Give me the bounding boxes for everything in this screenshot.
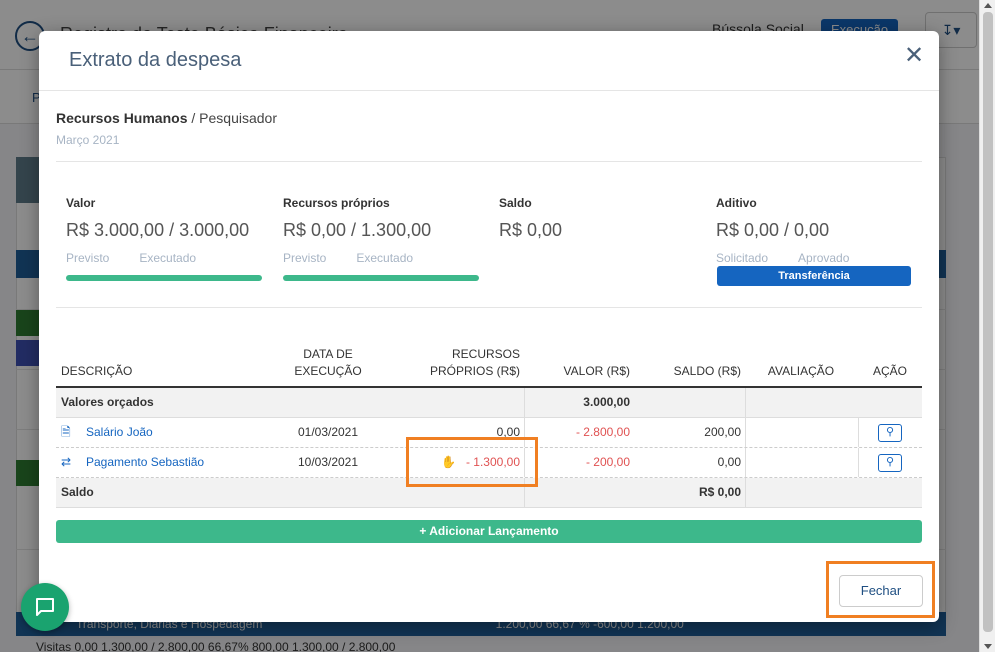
col-data: Data de execução [278,346,378,380]
solicitado-label: Solicitado [716,251,769,265]
column-divider [524,388,525,417]
view-entry-button[interactable]: ⚲ [878,424,902,442]
valor-progress-bar [66,275,262,281]
table-header: Descrição Data de execução Recursos próp… [56,344,922,388]
saldo-row-label: Saldo [61,485,94,499]
valor-value: R$ 3.000,00 / 3.000,00 [66,220,250,240]
category-name: Recursos Humanos [56,110,188,126]
expense-statement-modal: Extrato da despesa ✕ Recursos Humanos / … [39,31,939,622]
aditivo-sublabels: Solicitado Aprovado [716,251,916,265]
transfer-button[interactable]: Transferência [717,266,911,286]
recursos-value: R$ 0,00 / 1.300,00 [283,220,432,240]
column-divider [745,418,746,447]
summary-saldo: Saldo R$ 0,00 [499,196,699,241]
scroll-up-icon[interactable] [984,3,992,8]
column-divider [858,448,859,477]
entry-date: 10/03/2021 [297,455,359,469]
saldo-label: Saldo [499,196,532,210]
modal-title: Extrato da despesa [69,49,242,71]
entry-saldo: 0,00 [717,455,741,469]
entry-saldo: 200,00 [704,425,741,439]
subcategory-name: Pesquisador [199,110,277,126]
chat-icon [36,598,54,616]
recursos-sublabels: Previsto Executado [283,251,483,265]
column-divider [745,448,746,477]
column-divider [745,388,746,417]
col-valor: Valor (R$) [563,364,630,378]
budget-value: 3.000,00 [583,395,630,409]
aprovado-label: Aprovado [798,251,850,265]
col-recursos-line1: Recursos [451,347,520,361]
aditivo-value: R$ 0,00 / 0,00 [716,220,830,240]
scroll-down-icon[interactable] [984,644,992,649]
summary-aditivo: Aditivo R$ 0,00 / 0,00 Solicitado Aprovad… [716,196,916,265]
saldo-value: R$ 0,00 [499,220,563,240]
col-saldo: Saldo (R$) [673,364,741,378]
budget-row: Valores orçados 3.000,00 [56,388,922,418]
period-label: Março 2021 [56,133,120,147]
entry-description-link[interactable]: Pagamento Sebastião [86,448,204,477]
column-divider [745,478,746,507]
entry-valor: - 2.800,00 [575,425,630,439]
modal-header: Extrato da despesa ✕ [39,31,939,91]
executado-label: Executado [356,251,414,265]
plus-icon: + [419,524,430,538]
executado-label: Executado [139,251,197,265]
chat-widget-button[interactable] [21,583,69,631]
summary-recursos: Recursos próprios R$ 0,00 / 1.300,00 Pre… [283,196,483,265]
aditivo-label: Aditivo [716,196,757,210]
entry-date: 01/03/2021 [297,425,359,439]
col-recursos: Recursos próprios (R$) [396,346,520,380]
expense-category: Recursos Humanos / Pesquisador [56,110,277,126]
valor-sublabels: Previsto Executado [66,251,266,265]
saldo-row-value: R$ 0,00 [698,485,741,499]
col-descricao: Descrição [61,364,133,378]
entry-description-link[interactable]: Salário João [86,418,153,447]
col-data-line2: execução [294,364,362,378]
search-icon: ⚲ [885,456,895,468]
view-entry-button[interactable]: ⚲ [878,454,902,472]
summary-valor: Valor R$ 3.000,00 / 3.000,00 Previsto Exe… [66,196,266,265]
add-entry-label: Adicionar Lançamento [429,524,559,538]
valor-label: Valor [66,196,96,210]
close-icon[interactable]: ✕ [904,41,924,70]
recursos-label: Recursos próprios [283,196,390,210]
add-entry-button[interactable]: + Adicionar Lançamento [56,520,922,543]
col-acao: Ação [872,364,907,378]
col-recursos-line2: próprios (R$) [429,364,520,378]
budget-label: Valores orçados [61,395,154,409]
col-avaliacao: Avaliação [767,364,835,378]
previsto-label: Previsto [66,251,110,265]
col-data-line1: Data de [303,347,353,361]
entry-valor: - 200,00 [585,455,630,469]
recursos-progress-bar [283,275,479,281]
column-divider [858,418,859,447]
document-icon: 🗎 [61,425,71,439]
search-icon: ⚲ [885,426,895,438]
highlight-box [826,561,935,618]
category-separator: / [187,110,200,126]
transfer-icon: ⇄ [61,455,72,469]
previsto-label: Previsto [283,251,327,265]
highlight-box [406,437,538,487]
summary-panel: Valor R$ 3.000,00 / 3.000,00 Previsto Exe… [56,161,922,308]
scroll-thumb[interactable] [983,12,993,632]
scrollbar[interactable] [979,0,995,652]
